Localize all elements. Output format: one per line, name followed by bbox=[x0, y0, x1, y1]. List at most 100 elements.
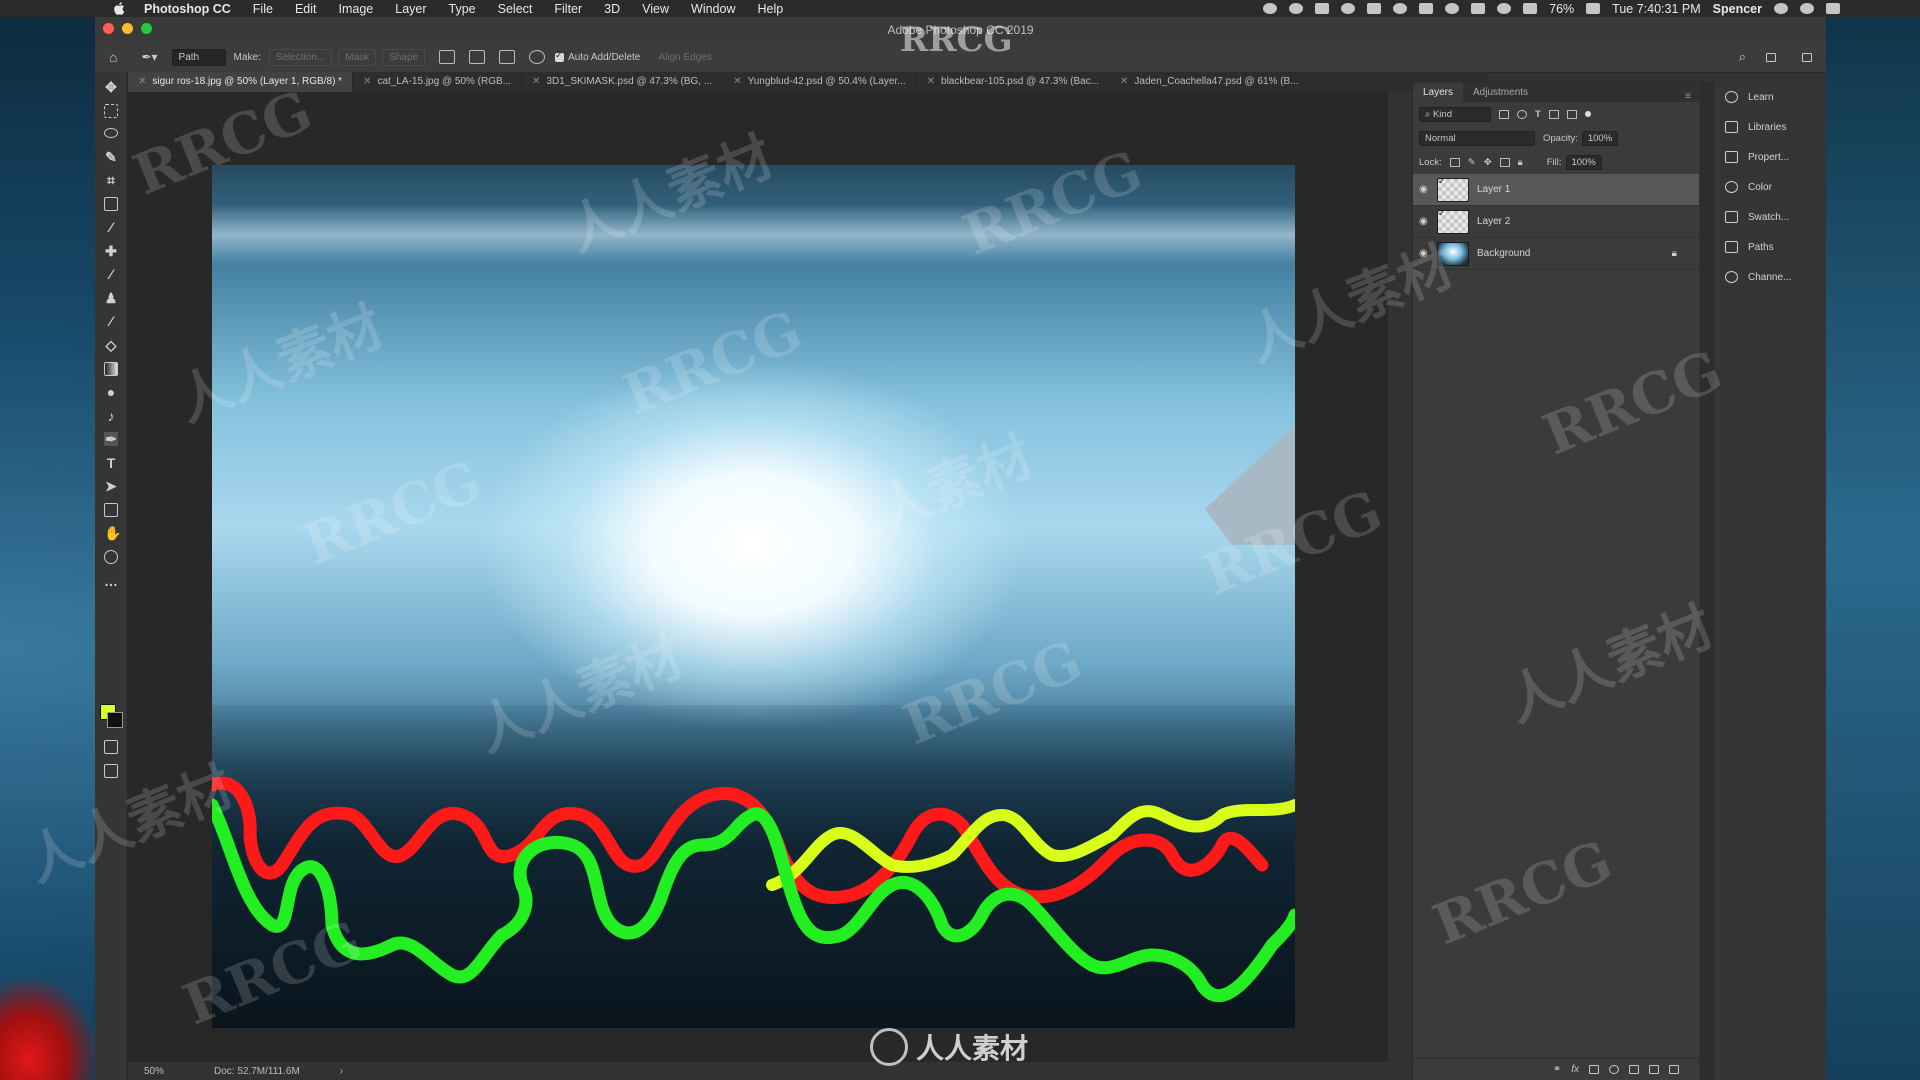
menu-window[interactable]: Window bbox=[691, 2, 735, 16]
new-group-folder-icon[interactable] bbox=[1629, 1065, 1639, 1074]
menu-edit[interactable]: Edit bbox=[295, 2, 317, 16]
new-layer-icon[interactable] bbox=[1649, 1065, 1659, 1074]
pen-tool-icon[interactable]: ✒ bbox=[104, 432, 118, 446]
move-tool-icon[interactable]: ✥ bbox=[104, 80, 118, 94]
align-edges-option[interactable]: Align Edges bbox=[658, 52, 711, 63]
filter-smart-object-icon[interactable] bbox=[1566, 109, 1577, 119]
wifi-icon[interactable] bbox=[1497, 3, 1512, 14]
sync-icon[interactable] bbox=[1289, 3, 1304, 14]
delete-layer-trash-icon[interactable] bbox=[1669, 1065, 1679, 1074]
quick-mask-icon[interactable] bbox=[104, 740, 118, 754]
tab-adjustments[interactable]: Adjustments bbox=[1463, 83, 1538, 102]
zoom-tool-icon[interactable] bbox=[104, 550, 118, 564]
eyedropper-tool-icon[interactable]: ⁄ bbox=[104, 220, 118, 234]
clone-stamp-tool-icon[interactable]: ♟ bbox=[104, 291, 118, 305]
adjustment-layer-icon[interactable] bbox=[1609, 1065, 1619, 1074]
path-arrangement-icon[interactable] bbox=[499, 50, 516, 64]
close-tab-icon[interactable]: ✕ bbox=[1120, 76, 1128, 87]
search-icon[interactable]: ⌕ bbox=[1739, 49, 1746, 65]
layer-style-fx-icon[interactable]: fx bbox=[1571, 1064, 1579, 1075]
tab-jaden-coachella[interactable]: ✕ Jaden_Coachella47.psd @ 61% (B... bbox=[1110, 72, 1310, 92]
filter-pixel-icon[interactable] bbox=[1499, 109, 1509, 119]
chevron-right-icon[interactable]: › bbox=[340, 1066, 343, 1077]
canvas-area[interactable] bbox=[128, 92, 1388, 1062]
dock-swatches[interactable]: Swatch... bbox=[1715, 202, 1826, 232]
menu-3d[interactable]: 3D bbox=[604, 2, 620, 16]
tab-layers[interactable]: Layers bbox=[1413, 83, 1464, 102]
share-icon[interactable] bbox=[1802, 52, 1812, 62]
pen-tool-preset-icon[interactable]: ✒▾ bbox=[141, 50, 157, 64]
rectangle-tool-icon[interactable] bbox=[104, 503, 118, 517]
lock-transparency-icon[interactable] bbox=[1449, 157, 1460, 167]
mail-status-icon[interactable] bbox=[1445, 3, 1460, 14]
menu-image[interactable]: Image bbox=[339, 2, 374, 16]
zoom-window-button[interactable] bbox=[141, 23, 152, 34]
visibility-eye-icon[interactable]: ◉ bbox=[1419, 184, 1431, 195]
tab-cat-la[interactable]: ✕ cat_LA-15.jpg @ 50% (RGB... bbox=[353, 72, 523, 92]
layer-row-background[interactable]: ◉ Background 🔒︎ bbox=[1413, 238, 1699, 270]
bluetooth-icon[interactable] bbox=[1471, 3, 1486, 14]
siri-icon[interactable] bbox=[1800, 3, 1814, 14]
hand-tool-icon[interactable]: ✋ bbox=[104, 526, 121, 540]
path-operations-icon[interactable] bbox=[439, 50, 456, 64]
more-tools-icon[interactable]: … bbox=[104, 574, 118, 588]
tab-blackbear[interactable]: ✕ blackbear-105.psd @ 47.3% (Bac... bbox=[917, 72, 1111, 92]
dock-color[interactable]: Color bbox=[1715, 172, 1826, 202]
visibility-eye-icon[interactable]: ◉ bbox=[1419, 248, 1431, 259]
tool-mode-select[interactable]: Path bbox=[171, 48, 226, 66]
menu-type[interactable]: Type bbox=[449, 2, 476, 16]
layer-name[interactable]: Background bbox=[1477, 248, 1530, 259]
dropbox-icon[interactable] bbox=[1367, 3, 1382, 14]
lock-all-icon[interactable]: 🔒︎ bbox=[1518, 157, 1523, 168]
close-tab-icon[interactable]: ✕ bbox=[532, 76, 540, 87]
fill-input[interactable]: 100% bbox=[1565, 154, 1602, 170]
settings-gear-icon[interactable] bbox=[529, 50, 546, 64]
layer-name[interactable]: Layer 2 bbox=[1477, 216, 1510, 227]
filter-shape-icon[interactable] bbox=[1548, 109, 1559, 119]
tab-skimask[interactable]: ✕ 3D1_SKIMASK.psd @ 47.3% (BG, ... bbox=[522, 72, 724, 92]
menu-help[interactable]: Help bbox=[758, 2, 784, 16]
user-name[interactable]: Spencer bbox=[1713, 2, 1762, 16]
layer-row-layer-1[interactable]: ◉ Layer 1 bbox=[1413, 174, 1699, 206]
menu-view[interactable]: View bbox=[642, 2, 669, 16]
type-tool-icon[interactable]: T bbox=[104, 456, 118, 470]
workspace-icon[interactable] bbox=[1766, 52, 1776, 62]
close-tab-icon[interactable]: ✕ bbox=[733, 76, 741, 87]
close-tab-icon[interactable]: ✕ bbox=[138, 76, 146, 87]
healing-brush-tool-icon[interactable]: ✚ bbox=[104, 244, 118, 258]
creative-cloud-icon[interactable] bbox=[1341, 3, 1356, 14]
marquee-tool-icon[interactable] bbox=[104, 104, 118, 118]
add-mask-icon[interactable] bbox=[1589, 1065, 1599, 1074]
link-layers-icon[interactable]: ⚭ bbox=[1553, 1064, 1561, 1075]
clock[interactable]: Tue 7:40:31 PM bbox=[1612, 2, 1700, 16]
minimize-window-button[interactable] bbox=[122, 23, 133, 34]
notification-center-icon[interactable] bbox=[1826, 3, 1840, 14]
close-tab-icon[interactable]: ✕ bbox=[927, 76, 935, 87]
eraser-tool-icon[interactable]: ◇ bbox=[104, 338, 118, 352]
lock-position-icon[interactable]: ✥ bbox=[1484, 157, 1492, 168]
zoom-level[interactable]: 50% bbox=[144, 1066, 184, 1077]
dodge-tool-icon[interactable]: ♪ bbox=[104, 409, 118, 423]
opacity-input[interactable]: 100% bbox=[1581, 130, 1619, 146]
record-icon[interactable] bbox=[1263, 3, 1278, 14]
background-color-swatch[interactable] bbox=[107, 712, 123, 728]
menu-filter[interactable]: Filter bbox=[554, 2, 582, 16]
dock-properties[interactable]: Propert... bbox=[1715, 142, 1826, 172]
tab-sigur-ros[interactable]: ✕ sigur ros-18.jpg @ 50% (Layer 1, RGB/8)… bbox=[128, 72, 354, 92]
dock-paths[interactable]: Paths bbox=[1715, 232, 1826, 262]
lock-image-icon[interactable]: ✎ bbox=[1468, 157, 1476, 168]
frame-tool-icon[interactable] bbox=[104, 197, 118, 211]
brush-tool-icon[interactable]: ⁄ bbox=[104, 267, 118, 281]
app-status-icon[interactable] bbox=[1393, 3, 1408, 14]
filter-adjustment-icon[interactable] bbox=[1517, 109, 1527, 119]
menu-file[interactable]: File bbox=[253, 2, 273, 16]
document-canvas[interactable] bbox=[212, 165, 1295, 1028]
lock-artboard-icon[interactable] bbox=[1499, 157, 1510, 167]
blend-mode-select[interactable]: Normal bbox=[1419, 130, 1535, 146]
dock-libraries[interactable]: Libraries bbox=[1715, 112, 1826, 142]
screen-mode-icon[interactable] bbox=[104, 764, 118, 778]
apple-icon[interactable] bbox=[110, 2, 128, 15]
make-shape-button[interactable]: Shape bbox=[382, 48, 426, 66]
display-icon[interactable] bbox=[1315, 3, 1330, 14]
panel-menu-icon[interactable]: ≡ bbox=[1685, 91, 1691, 102]
